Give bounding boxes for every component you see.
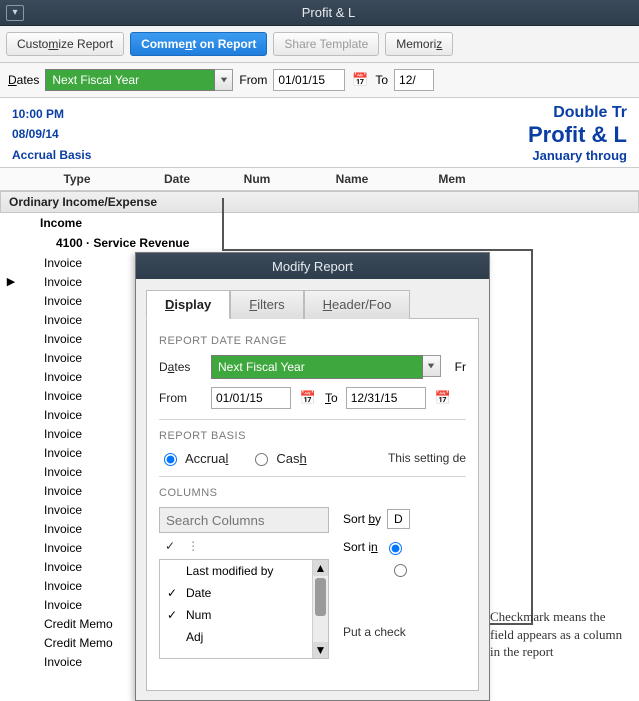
to-label: To [375, 73, 388, 87]
dates-label: Dates [8, 73, 39, 87]
tab-filters[interactable]: Filters [230, 290, 303, 319]
column-list-item[interactable]: ✓ Num [160, 604, 328, 626]
report-date-range-label: REPORT DATE RANGE [159, 335, 466, 347]
row-type: Invoice [22, 275, 132, 289]
scroll-thumb[interactable] [315, 578, 326, 616]
drag-header-icon: ⋮ [187, 539, 200, 553]
company-name: Double Tr [115, 104, 627, 122]
sort-in-label: Sort in [343, 540, 378, 554]
accrual-radio[interactable]: Accrual [159, 450, 228, 466]
col-name[interactable]: Name [292, 170, 412, 188]
window-control-icon[interactable]: ▾ [6, 5, 24, 21]
row-type: Invoice [22, 503, 132, 517]
report-name: Profit & L [115, 122, 627, 148]
modal-from-trail: Fr [455, 360, 466, 374]
columns-scrollbar[interactable]: ▲ ▼ [312, 560, 328, 658]
row-type: Invoice [22, 408, 132, 422]
columns-footnote: Put a check [343, 625, 410, 639]
row-type: Invoice [22, 256, 132, 270]
report-basis: Accrual Basis [12, 145, 91, 165]
basis-note: This setting de [388, 451, 466, 465]
dates-range-select[interactable]: Next Fiscal Year [45, 69, 215, 91]
share-template-button[interactable]: Share Template [273, 32, 379, 56]
sort-in-radio-2[interactable] [394, 564, 407, 577]
row-marker-icon: ▶ [0, 275, 22, 288]
column-list-label: Date [186, 586, 211, 600]
row-type: Invoice [22, 351, 132, 365]
section-income: Income [0, 213, 639, 233]
sort-in-radio-1[interactable] [389, 542, 402, 555]
report-basis-label: REPORT BASIS [159, 430, 466, 442]
report-columns-header: Type Date Num Name Mem [0, 167, 639, 191]
calendar-icon[interactable]: 📅 [299, 389, 317, 407]
modal-to-label: To [325, 391, 338, 405]
to-date-input[interactable] [394, 69, 434, 91]
column-list-label: Adj [186, 630, 203, 644]
window-title: Profit & L [24, 5, 633, 20]
row-type: Invoice [22, 579, 132, 593]
check-header-icon: ✓ [165, 539, 175, 553]
row-type: Invoice [22, 427, 132, 441]
modal-from-input[interactable] [211, 387, 291, 409]
column-list-item[interactable]: ✓ Date [160, 582, 328, 604]
sort-by-select[interactable]: D [387, 509, 410, 529]
modal-dates-dropdown-icon[interactable] [423, 355, 441, 377]
calendar-icon[interactable]: 📅 [351, 71, 369, 89]
report-toolbar: Customize Report Comment on Report Share… [0, 26, 639, 63]
report-time: 10:00 PM [12, 104, 91, 124]
row-type: Invoice [22, 522, 132, 536]
columns-label: COLUMNS [159, 487, 466, 499]
row-type: Invoice [22, 541, 132, 555]
row-type: Invoice [22, 655, 132, 669]
row-type: Invoice [22, 370, 132, 384]
row-type: Credit Memo [22, 617, 132, 631]
column-list-label: Num [186, 608, 211, 622]
column-list-item[interactable]: Adj [160, 626, 328, 648]
col-mem[interactable]: Mem [412, 170, 492, 188]
tab-header-footer[interactable]: Header/Foo [304, 290, 411, 319]
column-list-label: Last modified by [186, 564, 273, 578]
checkmark-icon: ✓ [166, 608, 178, 622]
row-type: Invoice [22, 389, 132, 403]
col-num[interactable]: Num [222, 170, 292, 188]
comment-on-report-button[interactable]: Comment on Report [130, 32, 267, 56]
scroll-up-icon[interactable]: ▲ [313, 560, 328, 576]
col-type[interactable]: Type [22, 170, 132, 188]
modify-report-title: Modify Report [136, 253, 489, 279]
row-type: Invoice [22, 560, 132, 574]
columns-list[interactable]: Last modified by ✓ Date ✓ Num Adj ▲ ▼ [159, 559, 329, 659]
report-period: January throug [115, 148, 627, 163]
column-list-item[interactable]: Last modified by [160, 560, 328, 582]
customize-report-button[interactable]: Customize Report [6, 32, 124, 56]
date-filter-bar: Dates Next Fiscal Year From 📅 To [0, 63, 639, 98]
row-type: Invoice [22, 484, 132, 498]
row-type: Invoice [22, 598, 132, 612]
row-type: Invoice [22, 446, 132, 460]
dates-dropdown-icon[interactable] [215, 69, 233, 91]
memorize-button[interactable]: Memoriz [385, 32, 453, 56]
row-type: Invoice [22, 332, 132, 346]
search-columns-input[interactable] [159, 507, 329, 533]
modal-from-label: From [159, 391, 203, 405]
modify-report-dialog: Modify Report Display Filters Header/Foo… [135, 252, 490, 701]
from-date-input[interactable] [273, 69, 345, 91]
from-label: From [239, 73, 267, 87]
sort-by-label: Sort by [343, 512, 381, 526]
checkmark-icon: ✓ [166, 586, 178, 600]
modal-dates-label: Dates [159, 360, 203, 374]
row-type: Invoice [22, 313, 132, 327]
row-type: Invoice [22, 294, 132, 308]
tab-display[interactable]: Display [146, 290, 230, 319]
report-date: 08/09/14 [12, 124, 91, 144]
section-ordinary-income-expense: Ordinary Income/Expense [0, 191, 639, 213]
annotation-text: Checkmark means the field appears as a c… [490, 608, 630, 661]
row-type: Invoice [22, 465, 132, 479]
modal-to-input[interactable] [346, 387, 426, 409]
scroll-down-icon[interactable]: ▼ [313, 642, 328, 658]
cash-radio[interactable]: Cash [250, 450, 306, 466]
modal-dates-select[interactable]: Next Fiscal Year [211, 355, 423, 379]
row-type: Credit Memo [22, 636, 132, 650]
col-date[interactable]: Date [132, 170, 222, 188]
calendar-icon[interactable]: 📅 [434, 389, 452, 407]
